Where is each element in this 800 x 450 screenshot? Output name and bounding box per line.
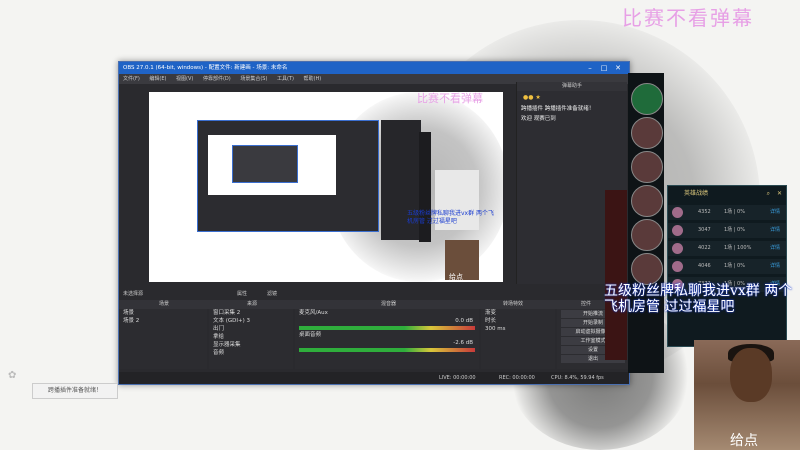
source-item[interactable]: 出门: [209, 325, 293, 333]
webcam-feed: 给点: [694, 340, 800, 450]
stream-overlay-text: 五级粉丝牌私聊我进vx群 两个飞机房管 过过福星吧: [604, 283, 793, 315]
cpu-status: CPU: 8.4%, 59.94 fps: [551, 375, 604, 381]
transition-duration-label: 时长: [485, 318, 497, 324]
filters-button[interactable]: 滤镜: [267, 288, 277, 300]
menu-view[interactable]: 视图(V): [176, 76, 193, 82]
close-icon[interactable]: ✕: [611, 62, 625, 74]
preview-cam-label: 给点: [449, 273, 463, 281]
chat-toolbar-icons[interactable]: ●● ★: [517, 91, 627, 104]
mixer-track-db: 0.0 dB: [455, 318, 473, 324]
menu-docks[interactable]: 停靠部件(D): [203, 76, 231, 82]
champion-icon: [631, 185, 663, 217]
sources-dock: 窗口采集 2 文本 (GDI+) 3 出门 拿给 显示器采集 音频: [209, 309, 293, 369]
preview-overlay-text: 五级粉丝牌私聊我进vx群 两个飞机房管 过过福星吧: [407, 210, 495, 225]
source-item[interactable]: 显示器采集: [209, 341, 293, 349]
source-toolbar: 未选择源 属性 滤镜: [119, 288, 629, 300]
champion-stats-panel: 英雄战绩 ⌕ ✕ 4352 1场 | 0% 详情 3047 1场 | 0% 详情 402…: [667, 185, 787, 347]
champion-icon: [631, 253, 663, 285]
chat-line: 跨播插件 跨播插件准备就绪！: [521, 106, 595, 112]
obs-title: OBS 27.0.1 (64-bit, windows) - 配置文件: 新建画…: [123, 65, 288, 71]
properties-button[interactable]: 属性: [237, 288, 247, 300]
champion-avatar: [672, 261, 683, 272]
details-link[interactable]: 详情: [770, 259, 780, 274]
details-link[interactable]: 详情: [770, 223, 780, 238]
scene-item[interactable]: 场景 2: [119, 317, 207, 325]
stream-title: 比赛不看弹幕: [622, 6, 754, 30]
champion-icon: [631, 83, 663, 115]
stats-row[interactable]: 4046 1场 | 0% 详情: [668, 259, 786, 274]
cam-label: 给点: [730, 433, 758, 449]
champion-icon: [631, 117, 663, 149]
mixer-dock: 麦克风/Aux 0.0 dB 桌面音频 -2.6 dB: [295, 309, 479, 369]
scene-item[interactable]: 场景: [119, 309, 207, 317]
mixer-track-db: -2.6 dB: [453, 340, 473, 346]
stats-row[interactable]: 3047 1场 | 0% 详情: [668, 223, 786, 238]
scenes-dock-title: 场景: [159, 301, 170, 307]
menu-help[interactable]: 帮助(H): [304, 76, 322, 82]
details-link[interactable]: 详情: [770, 205, 780, 220]
menu-file[interactable]: 文件(F): [123, 76, 140, 82]
source-item[interactable]: 音频: [209, 349, 293, 357]
champion-avatar: [672, 243, 683, 254]
preview-watermark: 比赛不看弹幕: [417, 92, 483, 105]
mixer-track-name: 麦克风/Aux: [299, 310, 328, 316]
volume-meter: [299, 348, 475, 352]
menu-edit[interactable]: 编辑(E): [149, 76, 166, 82]
maximize-icon[interactable]: □: [597, 62, 611, 74]
rec-status: REC: 00:00:00: [499, 375, 535, 381]
dock-titles: 场景 来源 混音器 转场特效 控件: [119, 300, 629, 309]
source-item[interactable]: 窗口采集 2: [209, 309, 293, 317]
plugin-ready-toast: 跨播插件准备就绪！: [32, 383, 118, 399]
mixer-dock-title: 混音器: [381, 301, 397, 307]
champion-avatar: [672, 207, 683, 218]
source-item[interactable]: 拿给: [209, 333, 293, 341]
nested-obs-capture: [197, 120, 379, 232]
no-source-label: 未选择源: [123, 291, 144, 297]
champion-stats-title: 英雄战绩 ⌕ ✕: [668, 186, 786, 202]
source-item[interactable]: 文本 (GDI+) 3: [209, 317, 293, 325]
obs-window: OBS 27.0.1 (64-bit, windows) - 配置文件: 新建画…: [118, 61, 630, 385]
transitions-dock-title: 转场特效: [503, 301, 524, 307]
obs-titlebar: OBS 27.0.1 (64-bit, windows) - 配置文件: 新建画…: [119, 62, 629, 74]
stats-row[interactable]: 4352 1场 | 0% 详情: [668, 205, 786, 220]
chat-title: 弹幕助手: [517, 82, 627, 91]
game-side-strip: [605, 190, 627, 360]
obs-status-bar: LIVE: 00:00:00 REC: 00:00:00 CPU: 8.4%, …: [119, 372, 629, 384]
champion-avatar: [672, 225, 683, 236]
chat-line: 欢迎 观赛已到: [521, 116, 556, 122]
search-icon[interactable]: ⌕: [767, 186, 770, 202]
transition-duration[interactable]: 300 ms: [481, 325, 555, 333]
minimize-icon[interactable]: –: [583, 62, 597, 74]
live-status: LIVE: 00:00:00: [439, 375, 476, 381]
transition-type[interactable]: 渐变: [481, 309, 555, 317]
cam-face: [730, 348, 772, 402]
volume-meter: [299, 326, 475, 330]
menu-scene-collection[interactable]: 场景集合(S): [240, 76, 267, 82]
details-link[interactable]: 详情: [770, 241, 780, 256]
nested-window: [232, 145, 298, 183]
scenes-dock: 场景 场景 2: [119, 309, 207, 369]
transitions-dock: 渐变 时长 300 ms: [481, 309, 555, 369]
obs-preview[interactable]: 比赛不看弹幕 给点 五级粉丝牌私聊我进vx群 两个飞机房管 过过福星吧: [149, 92, 503, 282]
decorative-icon: ✿: [8, 370, 17, 381]
sources-dock-title: 来源: [247, 301, 258, 307]
champion-icon: [631, 219, 663, 251]
champion-icon: [631, 151, 663, 183]
controls-dock-title: 控件: [581, 301, 592, 307]
game-champion-column: [628, 73, 664, 373]
stats-row[interactable]: 4022 1场 | 100% 详情: [668, 241, 786, 256]
mixer-track-name: 桌面音频: [299, 332, 322, 338]
close-icon[interactable]: ✕: [777, 186, 782, 202]
menu-tools[interactable]: 工具(T): [277, 76, 294, 82]
